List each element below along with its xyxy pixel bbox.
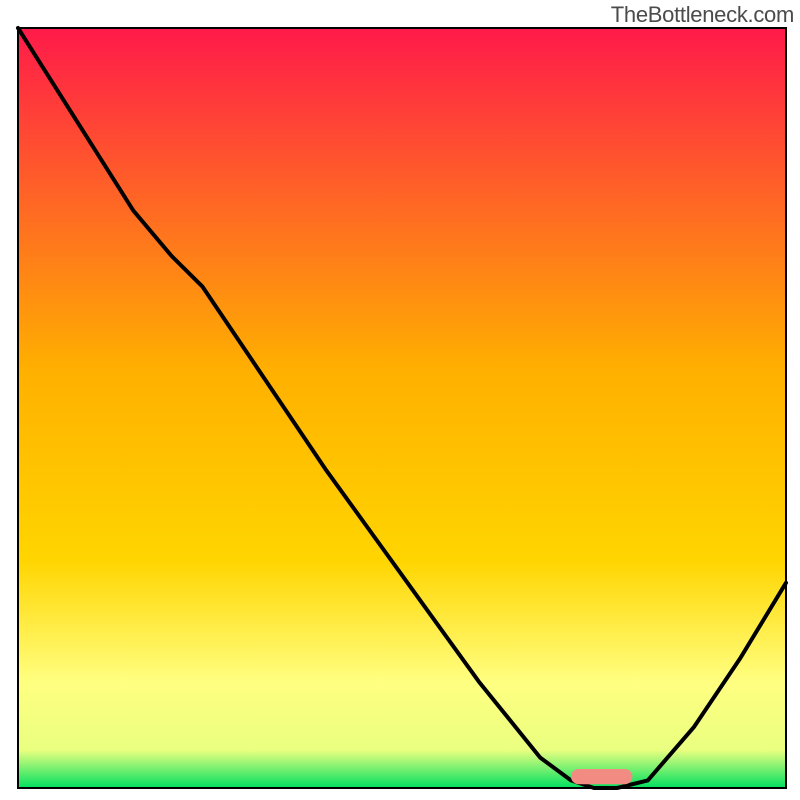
chart-container: TheBottleneck.com xyxy=(0,0,800,800)
bottleneck-chart xyxy=(0,0,800,800)
gradient-background xyxy=(18,28,786,788)
optimal-marker xyxy=(571,769,632,784)
